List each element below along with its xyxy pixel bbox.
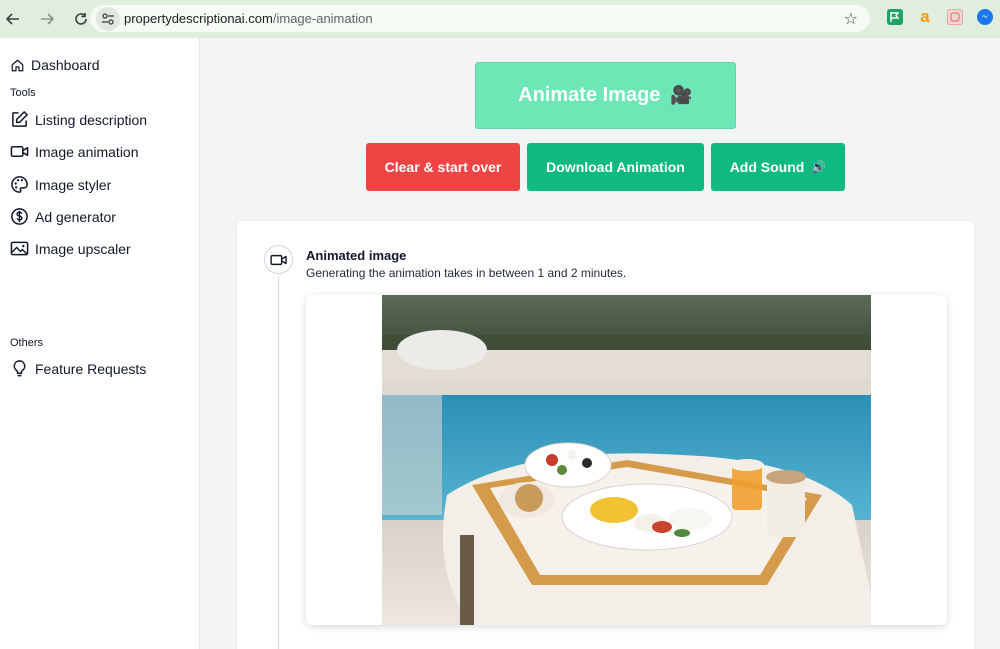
sidebar-item-image-animation[interactable]: Image animation [10, 142, 139, 161]
green-flag-extension-icon[interactable] [887, 9, 903, 25]
lightbulb-icon [13, 360, 26, 377]
download-animation-button[interactable]: Download Animation [527, 143, 704, 191]
sidebar-item-ad-generator[interactable]: Ad generator [10, 207, 116, 226]
others-heading: Others [10, 337, 44, 349]
palette-icon [11, 176, 28, 193]
card-subtitle: Generating the animation takes in betwee… [306, 266, 627, 280]
amazon-extension-icon[interactable]: a [917, 7, 933, 26]
add-sound-label: Add Sound [729, 159, 805, 175]
sidebar-label: Image styler [35, 176, 112, 193]
sidebar-label: Feature Requests [35, 360, 147, 377]
url-path: /image-animation [272, 11, 373, 26]
pool-breakfast-photo [382, 295, 871, 625]
sidebar-label: Ad generator [35, 208, 116, 225]
sidebar-item-image-upscaler[interactable]: Image upscaler [10, 239, 131, 258]
photo-extension-icon[interactable] [947, 9, 963, 25]
sidebar-label: Image animation [35, 143, 139, 160]
sidebar-label-dashboard: Dashboard [31, 57, 100, 73]
animate-image-label: Animate Image [518, 84, 661, 106]
url-text: propertydescriptionai.com/image-animatio… [124, 11, 373, 26]
sidebar-item-feature-requests[interactable]: Feature Requests [10, 359, 146, 378]
messenger-extension-icon[interactable] [977, 9, 993, 25]
address-bar[interactable]: propertydescriptionai.com/image-animatio… [90, 5, 870, 32]
sidebar: Dashboard Tools Listing description Imag… [0, 38, 200, 649]
browser-toolbar: propertydescriptionai.com/image-animatio… [0, 0, 1000, 38]
star-icon[interactable]: ☆ [844, 9, 858, 29]
edit-icon [12, 111, 28, 127]
tools-heading: Tools [10, 87, 36, 99]
card-title: Animated image [306, 248, 407, 263]
site-settings-icon[interactable] [96, 6, 120, 31]
sidebar-label: Listing description [35, 111, 148, 128]
main-content: Animate Image 🎥 Clear & start over Downl… [200, 38, 1000, 649]
add-sound-button[interactable]: Add Sound 🔊 [711, 143, 845, 191]
url-domain: propertydescriptionai.com [124, 11, 273, 26]
sidebar-item-listing-description[interactable]: Listing description [10, 110, 147, 129]
sidebar-item-image-styler[interactable]: Image styler [10, 175, 111, 194]
speaker-icon: 🔊 [811, 160, 827, 174]
animated-image-frame [306, 295, 947, 625]
back-arrow-icon[interactable] [2, 8, 24, 30]
sidebar-item-dashboard[interactable]: Dashboard [10, 57, 100, 73]
movie-camera-icon: 🎥 [670, 85, 693, 105]
home-icon [11, 59, 24, 71]
timeline-line [278, 277, 279, 649]
clear-start-over-button[interactable]: Clear & start over [366, 143, 520, 191]
dollar-icon [11, 208, 28, 225]
image-icon [10, 241, 29, 256]
animate-image-button[interactable]: Animate Image 🎥 [475, 62, 736, 129]
animated-image-card: Animated image Generating the animation … [237, 221, 974, 649]
video-camera-icon [264, 245, 293, 274]
forward-arrow-icon[interactable] [36, 8, 58, 30]
reload-icon[interactable] [70, 8, 92, 30]
sidebar-label: Image upscaler [35, 240, 131, 257]
video-camera-icon [10, 145, 29, 158]
